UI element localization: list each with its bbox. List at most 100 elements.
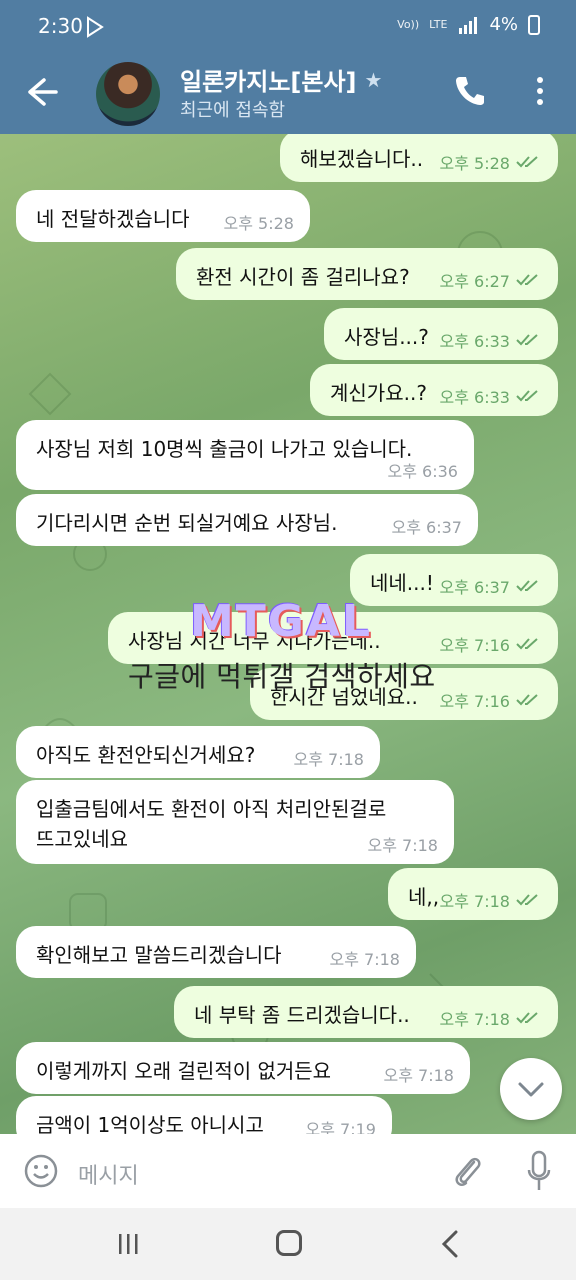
mic-icon[interactable] <box>526 1150 552 1192</box>
message-bubble-in[interactable]: 이렇게까지 오래 걸린적이 없거든요 오후 7:18 <box>16 1042 470 1094</box>
message-text: 환전 시간이 좀 걸리나요? <box>196 265 410 289</box>
message-text: 확인해보고 말씀드리겠습니다 <box>36 943 282 967</box>
message-text: 금액이 1억이상도 아니시고 <box>36 1113 264 1134</box>
emoji-icon[interactable] <box>24 1154 58 1188</box>
message-bubble-out[interactable]: 네,, 오후 7:18 <box>388 868 558 920</box>
message-text: 사장님 저희 10명씩 출금이 나가고 있습니다. <box>36 437 413 461</box>
battery-icon <box>528 14 540 35</box>
double-check-icon <box>516 274 538 286</box>
message-time: 오후 7:18 <box>367 836 438 855</box>
watermark-text: 구글에 먹튀갤 검색하세요 <box>128 660 436 693</box>
message-text: 네 부탁 좀 드리겠습니다.. <box>194 1003 410 1027</box>
message-text: 계신가요..? <box>330 381 427 405</box>
back-arrow-icon[interactable] <box>22 74 60 110</box>
message-bubble-out[interactable]: 환전 시간이 좀 걸리나요? 오후 6:27 <box>176 248 558 300</box>
phone-icon[interactable] <box>454 74 484 106</box>
message-meta: 오후 6:33 <box>440 328 542 352</box>
message-meta: 오후 6:33 <box>440 384 542 408</box>
message-meta: 오후 7:18 <box>330 946 400 970</box>
app-header-bar: 2:30 Vo)) LTE 4% 일론카지노[본사] ★ 최근에 접속함 <box>0 0 576 134</box>
chat-header: 일론카지노[본사] ★ 최근에 접속함 <box>0 56 576 134</box>
message-bubble-in[interactable]: 아직도 환전안되신거세요? 오후 7:18 <box>16 726 380 778</box>
title-row[interactable]: 일론카지노[본사] ★ <box>180 62 382 97</box>
message-meta: 오후 7:16 <box>440 632 542 656</box>
message-bubble-in[interactable]: 기다리시면 순번 되실거예요 사장님. 오후 6:37 <box>16 494 478 546</box>
message-time: 오후 6:37 <box>391 518 462 537</box>
status-bar: 2:30 Vo)) LTE 4% <box>0 0 576 56</box>
double-check-icon <box>516 580 538 592</box>
chat-title[interactable]: 일론카지노[본사] <box>180 62 357 97</box>
message-meta: 오후 7:18 <box>440 888 542 912</box>
home-button[interactable] <box>276 1230 302 1256</box>
message-text: 네네...! <box>370 571 434 595</box>
message-time: 오후 7:18 <box>439 1010 510 1029</box>
message-time: 오후 5:28 <box>439 154 510 173</box>
avatar[interactable] <box>96 62 160 126</box>
message-meta: 오후 6:27 <box>440 268 542 292</box>
message-text: 네 전달하겠습니다 <box>36 207 190 231</box>
message-input[interactable]: 메시지 <box>78 1158 139 1190</box>
more-vert-icon[interactable] <box>528 76 552 106</box>
message-bubble-out[interactable]: 계신가요..? 오후 6:33 <box>310 364 558 416</box>
watermark-logo: MTGAL <box>190 596 373 647</box>
last-seen-status: 최근에 접속함 <box>180 100 286 121</box>
message-bubble-out[interactable]: 네 부탁 좀 드리겠습니다.. 오후 7:18 <box>174 986 558 1038</box>
message-bubble-in[interactable]: 금액이 1억이상도 아니시고 오후 7:19 <box>16 1096 392 1134</box>
message-composer: 메시지 <box>0 1134 576 1208</box>
attach-icon[interactable] <box>452 1152 484 1190</box>
message-bubble-out[interactable]: 해보겠습니다.. 오후 5:28 <box>280 134 558 182</box>
play-store-icon <box>87 16 104 38</box>
battery-percent: 4% <box>489 14 518 35</box>
message-time: 오후 7:18 <box>383 1066 454 1085</box>
message-time: 오후 7:19 <box>305 1120 376 1134</box>
signal-icon <box>459 16 478 34</box>
message-bubble-in[interactable]: 네 전달하겠습니다 오후 5:28 <box>16 190 310 242</box>
message-text: 이렇게까지 오래 걸린적이 없거든요 <box>36 1059 332 1083</box>
message-meta: 오후 7:19 <box>306 1116 376 1134</box>
message-meta: 오후 6:37 <box>440 574 542 598</box>
message-bubble-in[interactable]: 확인해보고 말씀드리겠습니다 오후 7:18 <box>16 926 416 978</box>
recent-apps-icon[interactable] <box>116 1232 140 1256</box>
message-meta: 오후 5:28 <box>224 210 294 234</box>
double-check-icon <box>516 894 538 906</box>
message-text: 해보겠습니다.. <box>300 147 424 171</box>
message-meta: 오후 7:16 <box>440 688 542 712</box>
star-icon: ★ <box>364 67 383 92</box>
message-time: 오후 7:18 <box>293 750 364 769</box>
double-check-icon <box>516 334 538 346</box>
chevron-down-icon <box>518 1082 544 1097</box>
carrier-label: Vo)) <box>397 18 420 31</box>
system-nav-bar <box>0 1208 576 1280</box>
message-meta: 오후 7:18 <box>294 746 364 770</box>
message-meta: 오후 7:18 <box>440 1006 542 1030</box>
message-time: 오후 7:18 <box>329 950 400 969</box>
message-meta: 오후 7:18 <box>368 832 438 856</box>
message-meta: 오후 6:37 <box>392 514 462 538</box>
message-bubble-in[interactable]: 사장님 저희 10명씩 출금이 나가고 있습니다. 오후 6:36 <box>16 420 474 490</box>
message-text: 아직도 환전안되신거세요? <box>36 743 256 767</box>
message-time: 오후 6:33 <box>439 332 510 351</box>
nav-back-icon[interactable] <box>440 1230 460 1258</box>
message-time: 오후 6:27 <box>439 272 510 291</box>
message-time: 오후 7:16 <box>439 692 510 711</box>
message-time: 오후 7:18 <box>439 892 510 911</box>
message-meta: 오후 5:28 <box>440 150 542 174</box>
message-bubble-out[interactable]: 사장님...? 오후 6:33 <box>324 308 558 360</box>
message-bubble-in[interactable]: 입출금팀에서도 환전이 아직 처리안된걸로 뜨고있네요 오후 7:18 <box>16 780 454 864</box>
double-check-icon <box>516 694 538 706</box>
message-text: 기다리시면 순번 되실거예요 사장님. <box>36 511 338 535</box>
message-meta: 오후 6:36 <box>388 458 458 482</box>
message-text: 입출금팀에서도 환전이 아직 처리안된걸로 뜨고있네요 <box>36 797 387 851</box>
status-right: Vo)) LTE 4% <box>397 14 540 35</box>
double-check-icon <box>516 638 538 650</box>
message-bubble-out[interactable]: 네네...! 오후 6:37 <box>350 554 558 606</box>
message-text: 사장님...? <box>344 325 429 349</box>
message-time: 오후 6:33 <box>439 388 510 407</box>
message-meta: 오후 7:18 <box>384 1062 454 1086</box>
message-text: 네,, <box>408 885 440 909</box>
double-check-icon <box>516 156 538 168</box>
status-time: 2:30 <box>38 14 83 38</box>
message-time: 오후 6:37 <box>439 578 510 597</box>
scroll-down-button[interactable] <box>500 1058 562 1120</box>
double-check-icon <box>516 390 538 402</box>
